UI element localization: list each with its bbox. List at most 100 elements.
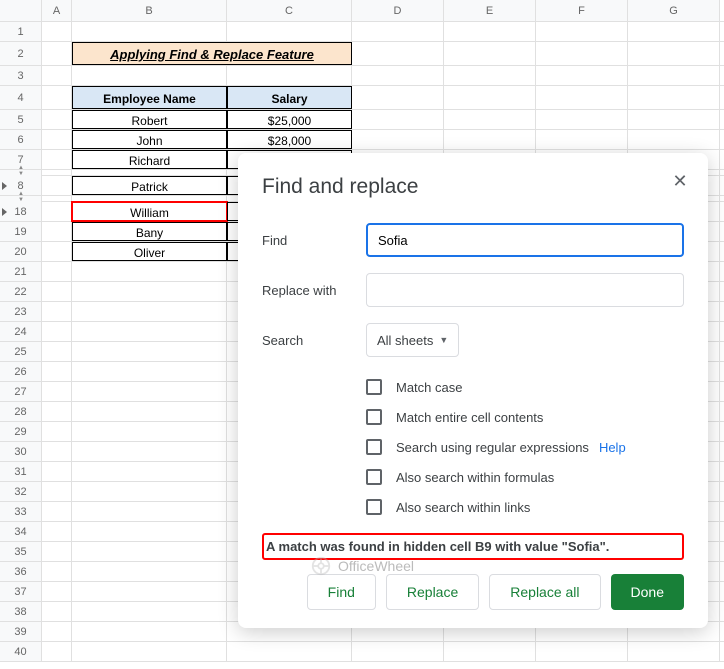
cell-G6[interactable] xyxy=(628,130,720,149)
formulas-checkbox[interactable] xyxy=(366,469,382,485)
cell-B37[interactable] xyxy=(72,582,227,601)
cell-B1[interactable] xyxy=(72,22,227,41)
row-num-23[interactable]: 23 xyxy=(0,302,42,321)
row-num-39[interactable]: 39 xyxy=(0,622,42,641)
cell-B3[interactable] xyxy=(72,66,227,85)
cell-E40[interactable] xyxy=(444,642,536,661)
cell-B40[interactable] xyxy=(72,642,227,661)
row-num-19[interactable]: 19 xyxy=(0,222,42,241)
row-num-1[interactable]: 1 xyxy=(0,22,42,41)
row-num-20[interactable]: 20 xyxy=(0,242,42,261)
help-link[interactable]: Help xyxy=(599,440,626,455)
cell-D2[interactable] xyxy=(352,42,444,65)
row-num-4[interactable]: 4 xyxy=(0,86,42,109)
cell-A34[interactable] xyxy=(42,522,72,541)
cell-C40[interactable] xyxy=(227,642,352,661)
col-header-C[interactable]: C xyxy=(227,0,352,21)
replace-all-button[interactable]: Replace all xyxy=(489,574,600,610)
replace-input[interactable] xyxy=(366,273,684,307)
cell-A6[interactable] xyxy=(42,130,72,149)
cell-salary-1[interactable]: $28,000 xyxy=(227,130,352,149)
cell-B32[interactable] xyxy=(72,482,227,501)
cell-E4[interactable] xyxy=(444,86,536,109)
row-num-37[interactable]: 37 xyxy=(0,582,42,601)
close-icon[interactable]: ✕ xyxy=(666,167,694,195)
row-num-35[interactable]: 35 xyxy=(0,542,42,561)
cell-F5[interactable] xyxy=(536,110,628,129)
cell-salary-0[interactable]: $25,000 xyxy=(227,110,352,129)
match-case-checkbox[interactable] xyxy=(366,379,382,395)
cell-A1[interactable] xyxy=(42,22,72,41)
cell-D3[interactable] xyxy=(352,66,444,85)
row-num-3[interactable]: 3 xyxy=(0,66,42,85)
regex-checkbox[interactable] xyxy=(366,439,382,455)
cell-B31[interactable] xyxy=(72,462,227,481)
cell-B34[interactable] xyxy=(72,522,227,541)
cell-E3[interactable] xyxy=(444,66,536,85)
cell-A4[interactable] xyxy=(42,86,72,109)
cell-name-3[interactable]: Patrick xyxy=(72,176,227,195)
cell-A5[interactable] xyxy=(42,110,72,129)
row-num-22[interactable]: 22 xyxy=(0,282,42,301)
cell-B28[interactable] xyxy=(72,402,227,421)
cell-B39[interactable] xyxy=(72,622,227,641)
col-header-B[interactable]: B xyxy=(72,0,227,21)
done-button[interactable]: Done xyxy=(611,574,684,610)
links-checkbox[interactable] xyxy=(366,499,382,515)
cell-name-5[interactable]: Bany xyxy=(72,222,227,241)
row-num-40[interactable]: 40 xyxy=(0,642,42,661)
cell-G5[interactable] xyxy=(628,110,720,129)
cell-F6[interactable] xyxy=(536,130,628,149)
row-num-29[interactable]: 29 xyxy=(0,422,42,441)
cell-A31[interactable] xyxy=(42,462,72,481)
cell-A23[interactable] xyxy=(42,302,72,321)
cell-A35[interactable] xyxy=(42,542,72,561)
cell-A27[interactable] xyxy=(42,382,72,401)
cell-G40[interactable] xyxy=(628,642,720,661)
cell-B24[interactable] xyxy=(72,322,227,341)
cell-F2[interactable] xyxy=(536,42,628,65)
cell-B25[interactable] xyxy=(72,342,227,361)
cell-G1[interactable] xyxy=(628,22,720,41)
cell-B27[interactable] xyxy=(72,382,227,401)
cell-A21[interactable] xyxy=(42,262,72,281)
cell-name-2[interactable]: Richard xyxy=(72,150,227,169)
cell-A30[interactable] xyxy=(42,442,72,461)
cell-D40[interactable] xyxy=(352,642,444,661)
cell-A24[interactable] xyxy=(42,322,72,341)
cell-B26[interactable] xyxy=(72,362,227,381)
cell-name-0[interactable]: Robert xyxy=(72,110,227,129)
cell-name-1[interactable]: John xyxy=(72,130,227,149)
row-num-18[interactable]: 18 xyxy=(0,202,42,221)
cell-B33[interactable] xyxy=(72,502,227,521)
cell-A37[interactable] xyxy=(42,582,72,601)
row-num-21[interactable]: 21 xyxy=(0,262,42,281)
header-salary[interactable]: Salary xyxy=(227,86,352,109)
row-num-30[interactable]: 30 xyxy=(0,442,42,461)
cell-D4[interactable] xyxy=(352,86,444,109)
cell-D6[interactable] xyxy=(352,130,444,149)
cell-A33[interactable] xyxy=(42,502,72,521)
cell-B29[interactable] xyxy=(72,422,227,441)
row-num-26[interactable]: 26 xyxy=(0,362,42,381)
cell-A19[interactable] xyxy=(42,222,72,241)
row-num-36[interactable]: 36 xyxy=(0,562,42,581)
cell-A38[interactable] xyxy=(42,602,72,621)
cell-A2[interactable] xyxy=(42,42,72,65)
row-num-28[interactable]: 28 xyxy=(0,402,42,421)
cell-B23[interactable] xyxy=(72,302,227,321)
cell-G2[interactable] xyxy=(628,42,720,65)
cell-A40[interactable] xyxy=(42,642,72,661)
cell-A7[interactable] xyxy=(42,150,72,169)
cell-D5[interactable] xyxy=(352,110,444,129)
cell-E5[interactable] xyxy=(444,110,536,129)
cell-C3[interactable] xyxy=(227,66,352,85)
cell-A29[interactable] xyxy=(42,422,72,441)
cell-A26[interactable] xyxy=(42,362,72,381)
title-cell[interactable]: Applying Find & Replace Feature xyxy=(72,42,352,65)
col-header-E[interactable]: E xyxy=(444,0,536,21)
cell-A28[interactable] xyxy=(42,402,72,421)
cell-A36[interactable] xyxy=(42,562,72,581)
cell-A3[interactable] xyxy=(42,66,72,85)
cell-B35[interactable] xyxy=(72,542,227,561)
